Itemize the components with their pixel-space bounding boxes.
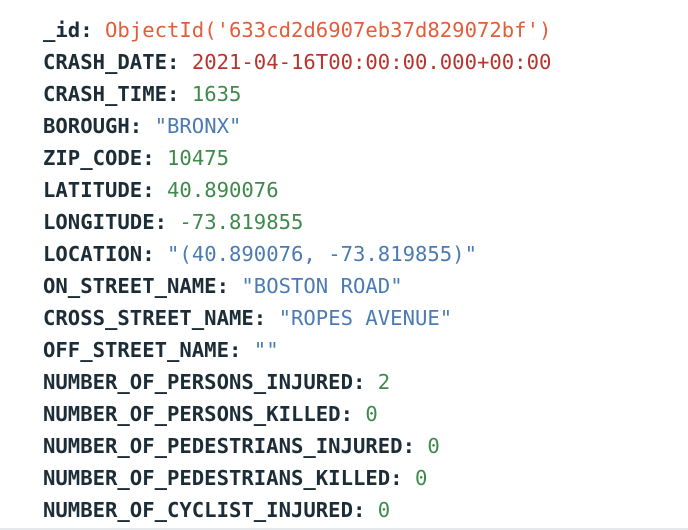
field-value: 1635: [191, 82, 242, 106]
field-key: NUMBER_OF_CYCLIST_INJURED: [43, 498, 353, 522]
field-separator: :: [253, 306, 279, 330]
field-key: CRASH_DATE: [43, 50, 167, 74]
field-value: "(40.890076, -73.819855)": [167, 242, 477, 266]
field-value: 0: [365, 402, 378, 426]
field-on-street-name: ON_STREET_NAME: "BOSTON ROAD": [43, 270, 688, 302]
field-value: 40.890076: [167, 178, 279, 202]
field-value: 0: [377, 498, 391, 522]
field-separator: :: [352, 498, 378, 522]
field-separator: :: [154, 210, 180, 234]
field-key: NUMBER_OF_PEDESTRIANS_KILLED: [43, 466, 391, 490]
field-separator: :: [129, 114, 155, 138]
field-value: 10475: [167, 146, 230, 170]
field-key: BOROUGH: [43, 114, 130, 138]
field-number-of-cyclist-injured: NUMBER_OF_CYCLIST_INJURED: 0: [43, 494, 688, 526]
field-off-street-name: OFF_STREET_NAME: "": [43, 334, 688, 366]
field-number-of-persons-injured: NUMBER_OF_PERSONS_INJURED: 2: [43, 366, 688, 398]
field-crash-date: CRASH_DATE: 2021-04-16T00:00:00.000+00:0…: [43, 46, 688, 78]
document-view: _id: ObjectId('633cd2d6907eb37d829072bf'…: [0, 0, 688, 530]
field-separator: :: [216, 274, 242, 298]
field-key: NUMBER_OF_PERSONS_INJURED: [43, 370, 353, 394]
field-separator: :: [167, 50, 192, 74]
field-separator: :: [352, 370, 378, 394]
field-key: CROSS_STREET_NAME: [43, 306, 254, 330]
field-number-of-pedestrians-killed: NUMBER_OF_PEDESTRIANS_KILLED: 0: [43, 462, 688, 494]
field-value: "ROPES AVENUE": [278, 306, 453, 330]
field-key: ON_STREET_NAME: [43, 274, 217, 298]
field-crash-time: CRASH_TIME: 1635: [43, 78, 688, 110]
field-value: 0: [427, 434, 440, 458]
field-key: CRASH_TIME: [43, 82, 167, 106]
field-separator: :: [142, 146, 168, 170]
field-id: _id: ObjectId('633cd2d6907eb37d829072bf'…: [43, 14, 688, 46]
field-value: 2: [377, 370, 391, 394]
field-value: "BRONX": [154, 114, 242, 138]
field-key: NUMBER_OF_PERSONS_KILLED: [43, 402, 341, 426]
field-key: NUMBER_OF_PEDESTRIANS_INJURED: [43, 434, 403, 458]
field-latitude: LATITUDE: 40.890076: [43, 174, 688, 206]
field-longitude: LONGITUDE: -73.819855: [43, 206, 688, 238]
field-key: LATITUDE: [43, 178, 143, 202]
field-location: LOCATION: "(40.890076, -73.819855)": [43, 238, 688, 270]
field-separator: :: [142, 178, 168, 202]
field-borough: BOROUGH: "BRONX": [43, 110, 688, 142]
field-value: 0: [414, 466, 428, 490]
field-separator: :: [402, 434, 428, 458]
field-key: LONGITUDE: [43, 210, 155, 234]
field-value: -73.819855: [179, 210, 304, 234]
field-separator: :: [390, 466, 415, 490]
field-key: ZIP_CODE: [43, 146, 143, 170]
field-value: "": [253, 338, 279, 362]
field-separator: :: [228, 338, 254, 362]
field-key: OFF_STREET_NAME: [43, 338, 229, 362]
field-key: _id: [43, 18, 81, 42]
field-number-of-pedestrians-injured: NUMBER_OF_PEDESTRIANS_INJURED: 0: [43, 430, 688, 462]
field-number-of-persons-killed: NUMBER_OF_PERSONS_KILLED: 0: [43, 398, 688, 430]
field-value: 2021-04-16T00:00:00.000+00:00: [191, 50, 552, 74]
field-separator: :: [167, 82, 192, 106]
field-separator: :: [340, 402, 366, 426]
field-value: "BOSTON ROAD": [241, 274, 403, 298]
field-separator: :: [142, 242, 168, 266]
field-zip-code: ZIP_CODE: 10475: [43, 142, 688, 174]
field-separator: :: [80, 18, 106, 42]
field-value: ObjectId('633cd2d6907eb37d829072bf'): [105, 18, 552, 42]
field-cross-street-name: CROSS_STREET_NAME: "ROPES AVENUE": [43, 302, 688, 334]
field-key: LOCATION: [43, 242, 143, 266]
